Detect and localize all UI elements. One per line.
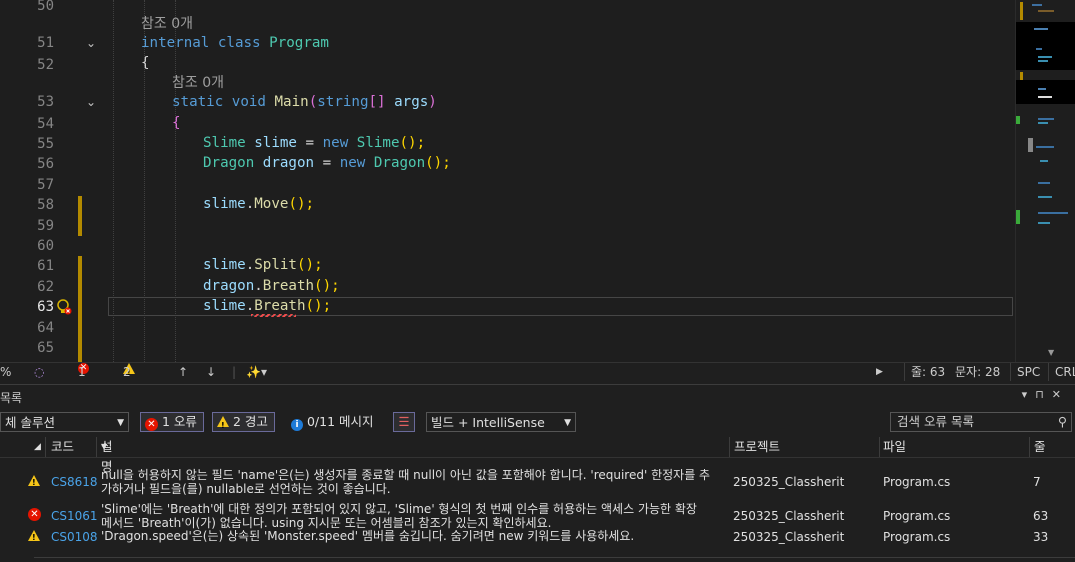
code-line: slime.Move(); — [203, 196, 315, 212]
previous-issue-button[interactable]: ↑ — [178, 363, 188, 381]
line-ending-indicator[interactable]: CRL — [1048, 363, 1075, 381]
column-header-code[interactable]: 코드 — [51, 437, 74, 457]
error-description: 'Slime'에는 'Breath'에 대한 정의가 포함되어 있지 않고, '… — [101, 502, 697, 516]
error-squiggle — [251, 314, 296, 317]
scroll-right-arrow-icon[interactable]: ▶ — [876, 363, 883, 381]
line-number: 55 — [37, 136, 54, 152]
line-number: 54 — [37, 116, 54, 132]
line-number: 59 — [37, 218, 54, 234]
error-project: 250325_Classherit — [733, 475, 845, 489]
error-line: 63 — [1033, 509, 1049, 523]
column-header-file[interactable]: 파일 — [883, 437, 906, 457]
search-icon: ⚲ — [1057, 414, 1067, 429]
next-issue-button[interactable]: ↓ — [206, 363, 216, 381]
line-number: 65 — [37, 340, 54, 356]
warning-icon — [28, 530, 40, 545]
warning-icon — [28, 475, 40, 490]
table-row[interactable]: CS0108 'Dragon.speed'은(는) 상속된 'Monster.s… — [0, 529, 1075, 547]
line-number: 50 — [37, 0, 54, 14]
build-filter-value: 빌드 + IntelliSense — [431, 415, 545, 430]
line-number: 57 — [37, 177, 54, 193]
scroll-down-arrow-icon[interactable]: ▼ — [1048, 348, 1054, 357]
line-number: 53 — [37, 94, 54, 110]
code-line: Dragon dragon = new Dragon(); — [203, 155, 451, 171]
chevron-down-icon: ▼ — [117, 418, 124, 428]
filter-toggle-icon[interactable]: ☰ — [393, 412, 415, 432]
warnings-filter-button[interactable]: 2 경고 — [212, 412, 275, 435]
line-indicator[interactable]: 줄: 63 — [904, 363, 945, 381]
error-code-link[interactable]: CS8618 — [51, 475, 98, 489]
error-icon: ✕ — [145, 418, 158, 431]
quick-action-lightbulb-icon[interactable] — [57, 298, 72, 316]
code-line: { — [141, 55, 150, 71]
line-number: 62 — [37, 279, 54, 295]
error-project: 250325_Classherit — [733, 530, 845, 544]
line-number: 64 — [37, 320, 54, 336]
horizontal-scrollbar[interactable] — [34, 557, 1075, 558]
error-code-link[interactable]: CS1061 — [51, 509, 98, 523]
table-row[interactable]: ✕ CS1061 'Slime'에는 'Breath'에 대한 정의가 포함되어… — [0, 502, 1075, 532]
line-number: 63 — [37, 299, 54, 315]
error-project: 250325_Classherit — [733, 509, 845, 523]
chevron-down-icon: ▼ — [564, 418, 571, 428]
error-file: Program.cs — [883, 530, 951, 544]
code-line: Slime slime = new Slime(); — [203, 135, 426, 151]
line-number: 61 — [37, 258, 54, 274]
messages-filter-button[interactable]: i 0/11 메시지 — [291, 412, 374, 432]
column-header-line[interactable]: 줄 — [1034, 437, 1046, 457]
error-icon: ✕ — [28, 508, 41, 521]
line-number: 60 — [37, 238, 54, 254]
errors-filter-button[interactable]: ✕ 1 오류 — [140, 412, 204, 432]
code-editor[interactable]: 50 51 ⌄ 52 53 ⌄ 54 55 56 57 58 59 60 61 … — [0, 0, 1015, 362]
build-filter-dropdown[interactable]: 빌드 + IntelliSense ▼ — [426, 412, 576, 432]
editor-status-bar: % ◌ ✕ 1 2 ↑ ↓ | ✨▾ ▶ 줄: 63 문자: 28 SPC CR… — [0, 362, 1075, 382]
error-list-toolbar: 체 솔루션 ▼ ✕ 1 오류 2 경고 i 0/11 메시지 ☰ 빌드 + Int… — [0, 411, 1075, 435]
zoom-level[interactable]: % — [0, 363, 11, 381]
warning-icon — [217, 416, 229, 435]
code-line: internal class Program — [141, 35, 329, 51]
error-list-header: ◢ 코드 설명 ▼ 프로젝트 파일 줄 — [0, 437, 1075, 474]
info-icon: i — [291, 419, 303, 431]
error-line: 7 — [1033, 475, 1041, 489]
scope-dropdown[interactable]: 체 솔루션 ▼ — [0, 412, 129, 432]
code-line: slime.Breath(); — [203, 298, 332, 314]
code-line: static void Main(string[] args) — [172, 94, 437, 110]
minimap-scrollbar[interactable]: ▼ — [1015, 0, 1075, 362]
search-input[interactable]: 검색 오류 목록 ⚲ — [890, 412, 1072, 432]
error-file: Program.cs — [883, 475, 951, 489]
scope-value: 체 솔루션 — [5, 415, 55, 430]
code-line: { — [172, 115, 181, 131]
error-description: 메서드 'Breath'이(가) 없습니다. using 지시문 또는 어셈블리… — [101, 516, 552, 530]
collapse-chevron-icon[interactable]: ⌄ — [86, 96, 98, 108]
error-code-link[interactable]: CS0108 — [51, 530, 98, 544]
error-description: 'Dragon.speed'은(는) 상속된 'Monster.speed' 멤… — [101, 529, 635, 543]
codelens-references[interactable]: 참조 0개 — [141, 13, 193, 33]
collapse-chevron-icon[interactable]: ⌄ — [86, 37, 98, 49]
line-number: 51 — [37, 35, 54, 51]
line-number: 56 — [37, 156, 54, 172]
line-number: 58 — [37, 197, 54, 213]
column-header-project[interactable]: 프로젝트 — [734, 437, 780, 457]
codelens-references[interactable]: 참조 0개 — [172, 72, 224, 92]
error-file: Program.cs — [883, 509, 951, 523]
column-indicator[interactable]: 문자: 28 — [955, 363, 1000, 381]
error-description: null을 허용하지 않는 필드 'name'은(는) 생성자를 종료할 때 n… — [101, 468, 711, 482]
panel-title: 목록 — [0, 391, 23, 405]
copilot-icon[interactable]: ◌ — [34, 363, 44, 381]
panel-window-controls[interactable]: ▾⊓✕ — [1022, 388, 1069, 401]
code-line: dragon.Breath(); — [203, 278, 340, 294]
sort-icon[interactable]: ◢ — [34, 437, 41, 457]
error-line: 33 — [1033, 530, 1049, 544]
line-number: 52 — [37, 57, 54, 73]
error-list-panel: 목록 ▾⊓✕ 체 솔루션 ▼ ✕ 1 오류 2 경고 i 0/11 메시지 ☰ 빌… — [0, 384, 1075, 562]
error-description: 가하거나 필드을(를) nullable로 선언하는 것이 좋습니다. — [101, 482, 391, 496]
code-cleanup-brush-icon[interactable]: ✨▾ — [246, 363, 267, 381]
code-line: slime.Split(); — [203, 257, 323, 273]
whitespace-indicator[interactable]: SPC — [1010, 363, 1040, 381]
table-row[interactable]: CS8618 null을 허용하지 않는 필드 'name'은(는) 생성자를 … — [0, 468, 1075, 498]
